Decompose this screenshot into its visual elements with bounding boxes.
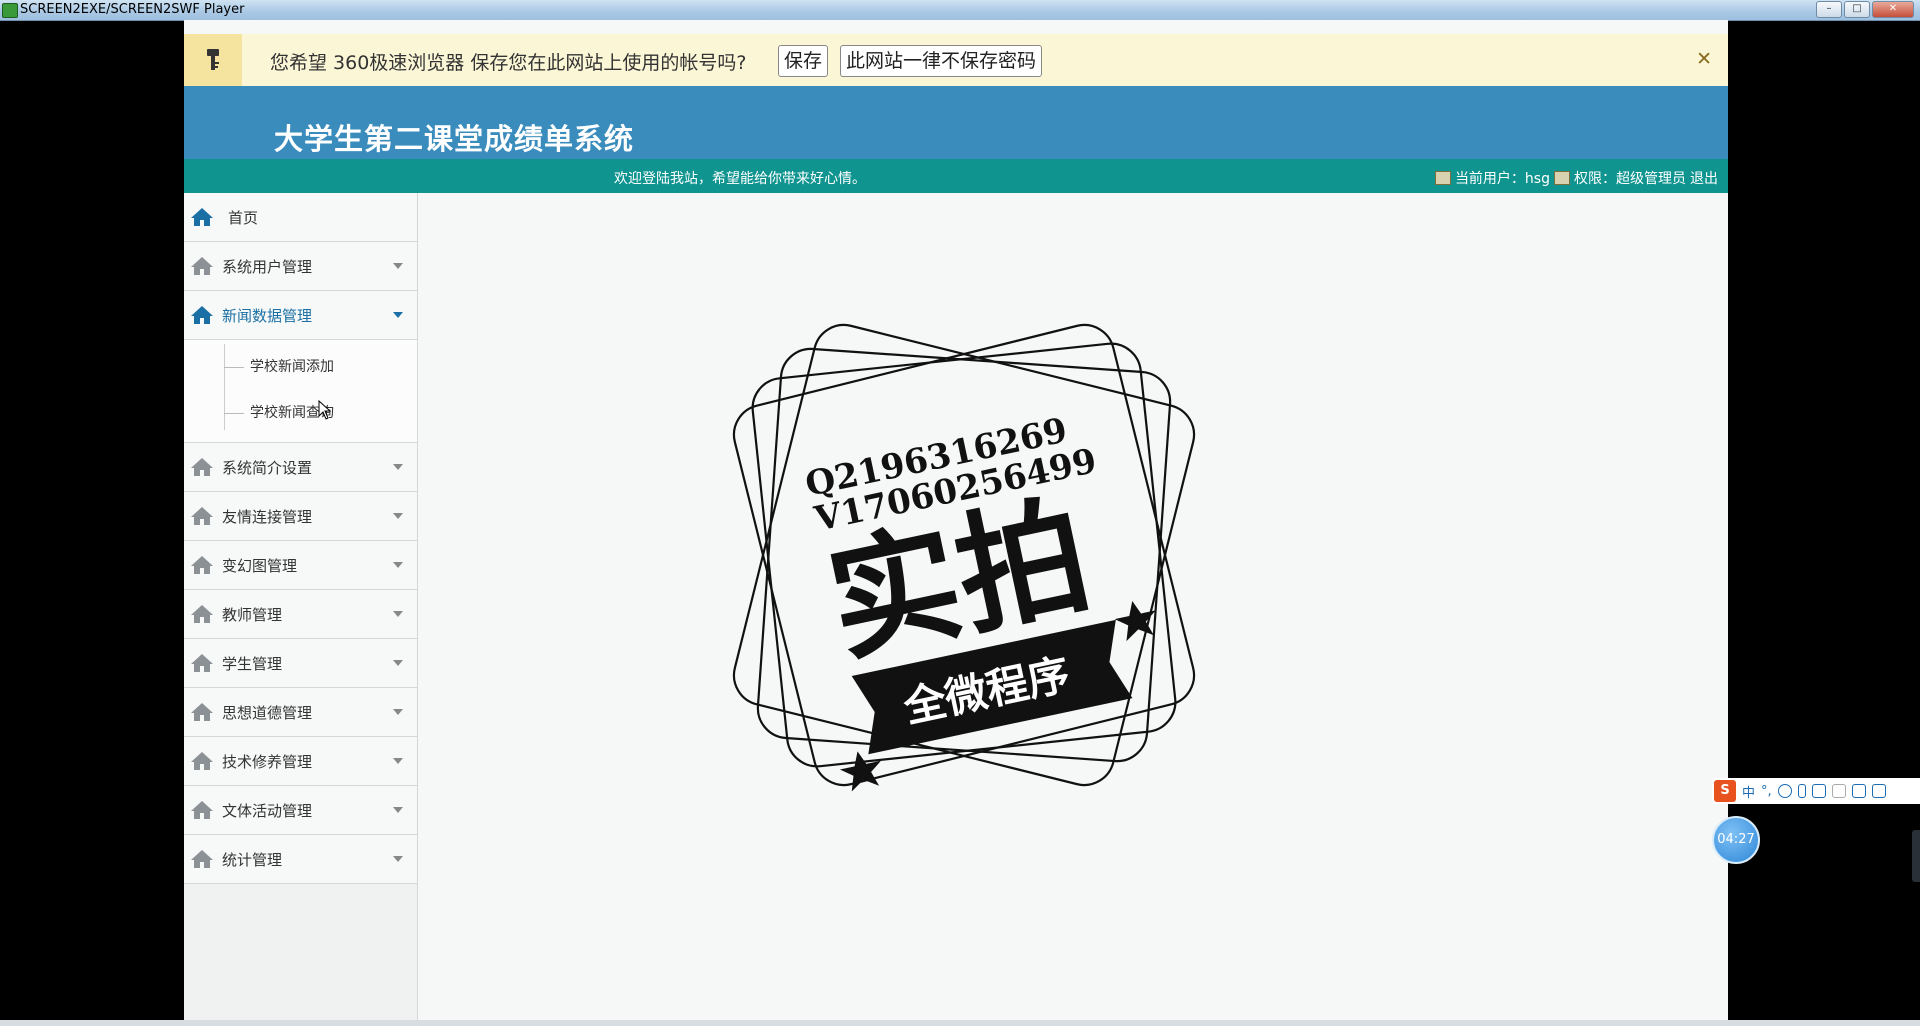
player-title-bar: SCREEN2EXE/SCREEN2SWF Player – □ ✕ bbox=[0, 0, 1920, 21]
home-icon bbox=[190, 555, 214, 575]
never-save-button[interactable]: 此网站一律不保存密码 bbox=[840, 45, 1043, 77]
permission-label: 权限：超级管理员 bbox=[1574, 171, 1686, 187]
permission-icon bbox=[1554, 171, 1570, 185]
sidebar-item-label: 首页 bbox=[228, 208, 259, 227]
microphone-icon[interactable] bbox=[1797, 784, 1806, 798]
ime-punct[interactable]: °, bbox=[1761, 784, 1772, 799]
side-panel-tab[interactable] bbox=[1912, 830, 1920, 882]
ime-toolbar: S 中 °, bbox=[1712, 778, 1920, 804]
home-icon bbox=[190, 751, 214, 771]
sidebar-item-label: 教师管理 bbox=[222, 605, 283, 624]
user-icon[interactable] bbox=[1831, 784, 1846, 798]
sidebar-item-label: 统计管理 bbox=[222, 850, 283, 869]
sidebar-item-label: 新闻数据管理 bbox=[222, 306, 313, 325]
sidebar-item-morality[interactable]: 思想道德管理 bbox=[184, 688, 417, 737]
ime-mode[interactable]: 中 bbox=[1742, 782, 1755, 801]
window-controls: – □ ✕ bbox=[1816, 1, 1914, 18]
player-title: SCREEN2EXE/SCREEN2SWF Player bbox=[20, 2, 245, 17]
shirt-icon[interactable] bbox=[1851, 784, 1866, 798]
key-icon bbox=[184, 34, 242, 86]
sidebar-item-slideshow[interactable]: 变幻图管理 bbox=[184, 541, 417, 590]
sidebar-item-system-users[interactable]: 系统用户管理 bbox=[184, 242, 417, 291]
home-icon bbox=[190, 849, 214, 869]
logout-link[interactable]: 退出 bbox=[1690, 168, 1718, 188]
site-header: 大学生第二课堂成绩单系统 bbox=[184, 86, 1728, 159]
sidebar-item-home[interactable]: 首页 bbox=[184, 193, 417, 242]
maximize-button[interactable]: □ bbox=[1844, 1, 1870, 18]
main-content: Q2196316269 V17060256499 实拍 全微程序 bbox=[418, 193, 1728, 1020]
emoji-icon[interactable] bbox=[1777, 784, 1792, 798]
chevron-down-icon bbox=[393, 263, 403, 269]
home-icon bbox=[190, 305, 214, 325]
bottom-strip bbox=[0, 1020, 1920, 1026]
chevron-down-icon bbox=[393, 660, 403, 666]
welcome-text: 欢迎登陆我站，希望能给你带来好心情。 bbox=[614, 171, 866, 187]
app-icon bbox=[2, 3, 18, 18]
chevron-down-icon bbox=[393, 562, 403, 568]
browser-page: 您希望 360极速浏览器 保存您在此网站上使用的帐号吗? 保存 此网站一律不保存… bbox=[184, 20, 1728, 1020]
save-password-button[interactable]: 保存 bbox=[778, 45, 829, 77]
sidebar-item-label: 变幻图管理 bbox=[222, 556, 298, 575]
home-icon bbox=[190, 457, 214, 477]
sogou-logo-icon[interactable]: S bbox=[1714, 780, 1736, 802]
current-user-label: 当前用户：hsg bbox=[1454, 171, 1550, 187]
keyboard-icon[interactable] bbox=[1811, 784, 1826, 798]
home-icon bbox=[190, 800, 214, 820]
save-password-bar: 您希望 360极速浏览器 保存您在此网站上使用的帐号吗? 保存 此网站一律不保存… bbox=[184, 34, 1728, 87]
sidebar-item-label: 系统简介设置 bbox=[222, 458, 313, 477]
timer-badge[interactable]: 04:27 bbox=[1712, 816, 1760, 864]
info-bar: 欢迎登陆我站，希望能给你带来好心情。 当前用户：hsg 权限：超级管理员 退出 bbox=[184, 159, 1728, 193]
home-icon bbox=[190, 653, 214, 673]
submenu-item-add-news[interactable]: 学校新闻添加 bbox=[184, 344, 417, 390]
chevron-down-icon bbox=[393, 611, 403, 617]
user-icon bbox=[1434, 171, 1451, 185]
sidebar-item-label: 文体活动管理 bbox=[222, 801, 313, 820]
sidebar-item-links[interactable]: 友情连接管理 bbox=[184, 492, 417, 541]
sidebar-item-label: 思想道德管理 bbox=[222, 703, 313, 722]
sidebar-item-label: 友情连接管理 bbox=[222, 507, 313, 526]
sidebar: 首页 系统用户管理 新闻数据管理 学校新闻添加 学校新闻查询 系统简介设置 友情… bbox=[184, 193, 418, 1020]
sidebar-item-news[interactable]: 新闻数据管理 bbox=[184, 291, 417, 340]
user-info: 当前用户：hsg 权限：超级管理员 退出 bbox=[1434, 168, 1718, 188]
chevron-down-icon bbox=[393, 856, 403, 862]
home-icon bbox=[190, 256, 214, 276]
page-title: 大学生第二课堂成绩单系统 bbox=[274, 122, 635, 156]
home-icon bbox=[190, 207, 214, 227]
sidebar-item-label: 技术修养管理 bbox=[222, 752, 313, 771]
submenu-item-query-news[interactable]: 学校新闻查询 bbox=[184, 390, 417, 436]
chevron-down-icon bbox=[393, 758, 403, 764]
sidebar-item-label: 系统用户管理 bbox=[222, 257, 313, 276]
home-icon bbox=[190, 506, 214, 526]
mouse-cursor-icon bbox=[318, 400, 332, 420]
chevron-down-icon bbox=[393, 807, 403, 813]
sidebar-item-teachers[interactable]: 教师管理 bbox=[184, 590, 417, 639]
sidebar-item-statistics[interactable]: 统计管理 bbox=[184, 835, 417, 884]
minimize-button[interactable]: – bbox=[1816, 1, 1842, 18]
sidebar-item-technical[interactable]: 技术修养管理 bbox=[184, 737, 417, 786]
close-window-button[interactable]: ✕ bbox=[1872, 1, 1914, 18]
chevron-down-icon bbox=[393, 464, 403, 470]
sidebar-item-intro[interactable]: 系统简介设置 bbox=[184, 443, 417, 492]
close-icon[interactable]: ✕ bbox=[1696, 48, 1712, 70]
home-icon bbox=[190, 702, 214, 722]
chevron-down-icon bbox=[393, 312, 403, 318]
sidebar-item-sports[interactable]: 文体活动管理 bbox=[184, 786, 417, 835]
chevron-down-icon bbox=[393, 709, 403, 715]
sidebar-item-students[interactable]: 学生管理 bbox=[184, 639, 417, 688]
watermark-stamp: Q2196316269 V17060256499 实拍 全微程序 bbox=[732, 323, 1196, 792]
grid-icon[interactable] bbox=[1871, 784, 1886, 798]
news-submenu: 学校新闻添加 学校新闻查询 bbox=[184, 340, 417, 443]
save-password-message: 您希望 360极速浏览器 保存您在此网站上使用的帐号吗? bbox=[270, 52, 747, 74]
home-icon bbox=[190, 604, 214, 624]
sidebar-item-label: 学生管理 bbox=[222, 654, 283, 673]
chevron-down-icon bbox=[393, 513, 403, 519]
